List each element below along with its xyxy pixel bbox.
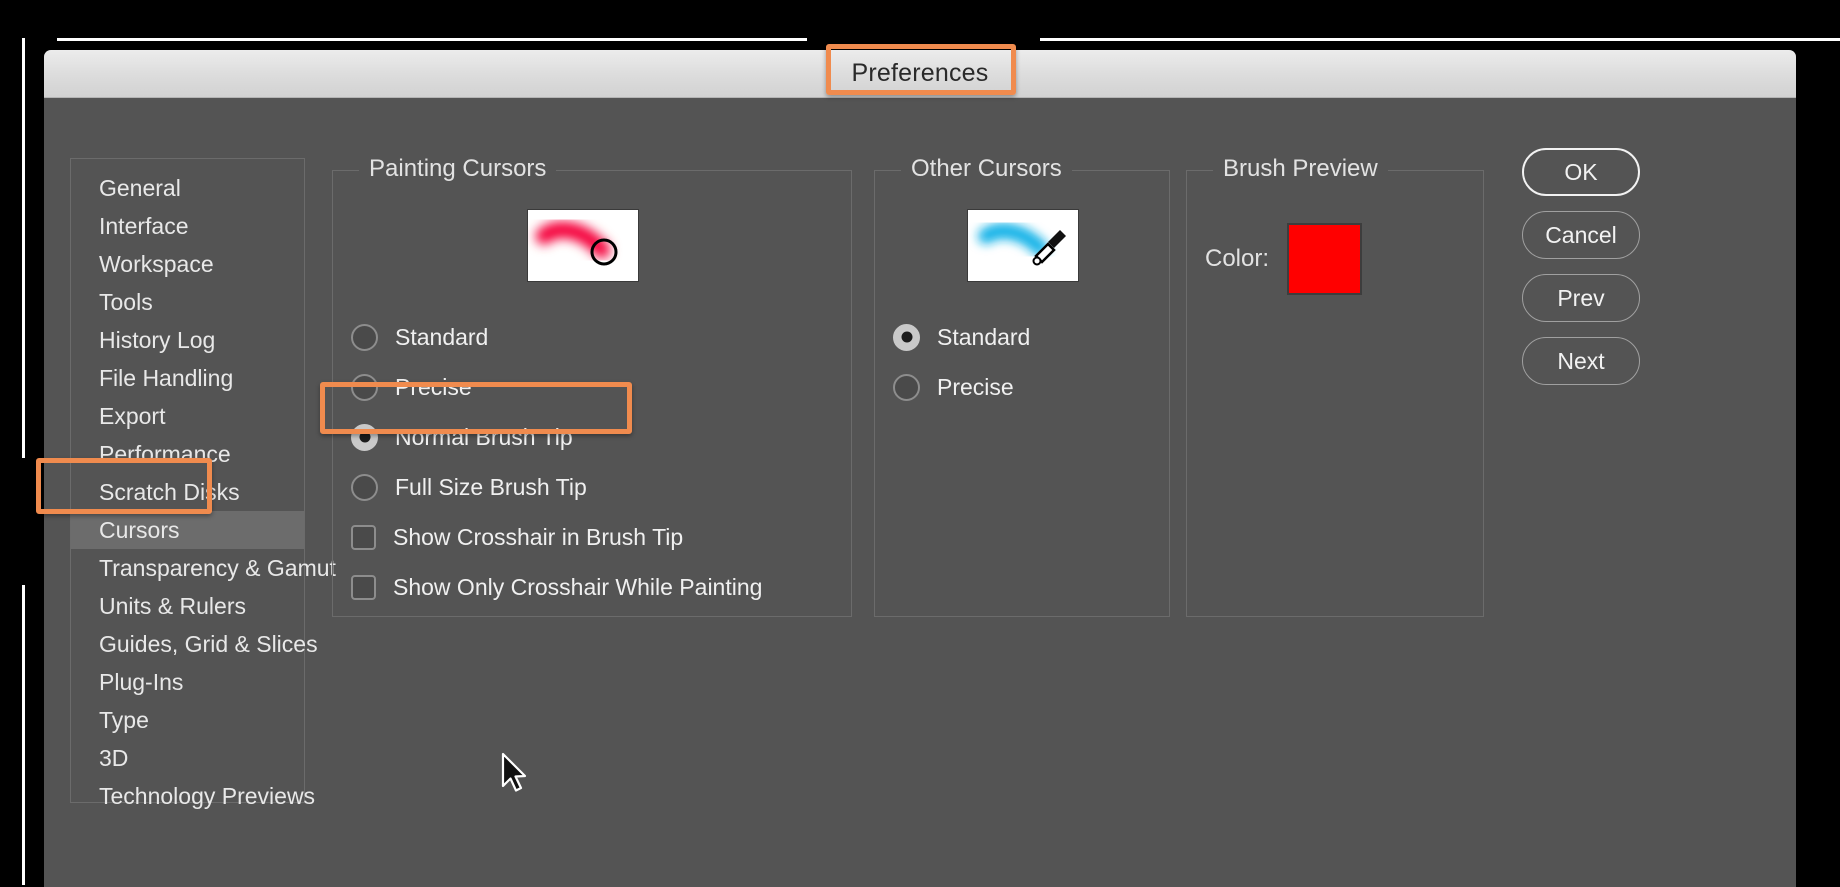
sidebar-item-plug-ins[interactable]: Plug-Ins — [71, 663, 304, 701]
dialog-button-column: OK Cancel Prev Next — [1522, 148, 1642, 400]
radio-standard-other[interactable] — [893, 323, 920, 351]
radio-standard-painting[interactable] — [351, 323, 378, 351]
red-brush-stroke-with-circle-cursor-icon — [535, 221, 618, 266]
dialog-title: Preferences — [851, 59, 989, 87]
sidebar-item-transparency-gamut[interactable]: Transparency & Gamut — [71, 549, 336, 587]
desktop-frame-line-left — [22, 38, 25, 458]
painting-option-show-only-crosshair-while-painting[interactable]: Show Only Crosshair While Painting — [351, 569, 762, 605]
brush-preview-color-row: Color: — [1205, 223, 1363, 295]
dialog-titlebar: Preferences — [44, 50, 1796, 98]
radio-normal-brush-tip[interactable] — [351, 423, 378, 451]
sidebar-item-3d[interactable]: 3D — [71, 739, 304, 777]
sidebar-item-cursors[interactable]: Cursors — [71, 511, 304, 549]
sidebar-item-workspace[interactable]: Workspace — [71, 245, 304, 283]
sidebar-item-general[interactable]: General — [71, 169, 304, 207]
sidebar-item-guides-grid-slices[interactable]: Guides, Grid & Slices — [71, 625, 318, 663]
brush-preview-color-swatch[interactable] — [1287, 223, 1363, 295]
sidebar-item-technology-previews[interactable]: Technology Previews — [71, 777, 315, 815]
painting-cursor-preview-image — [527, 209, 639, 282]
brush-preview-group: Brush Preview Color: — [1186, 155, 1484, 617]
painting-option-show-crosshair-in-brush-tip[interactable]: Show Crosshair in Brush Tip — [351, 519, 683, 555]
sidebar-item-units-rulers[interactable]: Units & Rulers — [71, 587, 304, 625]
radio-precise-other[interactable] — [893, 373, 920, 401]
checkbox-show-only-crosshair-while-painting[interactable] — [351, 574, 376, 600]
desktop-frame-line-top — [57, 38, 807, 41]
sidebar-item-interface[interactable]: Interface — [71, 207, 304, 245]
radio-precise-painting[interactable] — [351, 373, 378, 401]
preferences-dialog: Preferences General Interface Workspace … — [44, 50, 1796, 887]
painting-cursors-title: Painting Cursors — [359, 155, 557, 183]
other-cursors-group: Other Cursors Standard Precise — [874, 155, 1170, 617]
brush-preview-title: Brush Preview — [1213, 155, 1388, 183]
mouse-arrow-cursor-icon — [501, 752, 527, 792]
painting-option-standard-label: Standard — [395, 323, 489, 350]
painting-option-precise[interactable]: Precise — [351, 369, 472, 405]
painting-option-full-size-brush-tip-label: Full Size Brush Tip — [395, 473, 587, 500]
checkbox-show-crosshair-in-brush-tip[interactable] — [351, 524, 376, 550]
painting-cursors-group: Painting Cursors Standard Precise Normal… — [332, 155, 852, 617]
sidebar-item-scratch-disks[interactable]: Scratch Disks — [71, 473, 304, 511]
cancel-button[interactable]: Cancel — [1522, 211, 1640, 259]
sidebar-item-export[interactable]: Export — [71, 397, 304, 435]
next-button[interactable]: Next — [1522, 337, 1640, 385]
painting-option-normal-brush-tip[interactable]: Normal Brush Tip — [351, 419, 573, 455]
painting-option-show-crosshair-in-brush-tip-label: Show Crosshair in Brush Tip — [393, 523, 684, 550]
other-option-precise[interactable]: Precise — [893, 369, 1014, 405]
other-option-precise-label: Precise — [937, 373, 1014, 400]
prev-button[interactable]: Prev — [1522, 274, 1640, 322]
other-option-standard-label: Standard — [937, 323, 1031, 350]
dialog-body: General Interface Workspace Tools Histor… — [44, 98, 1796, 887]
sidebar-item-tools[interactable]: Tools — [71, 283, 304, 321]
preferences-category-list[interactable]: General Interface Workspace Tools Histor… — [70, 158, 336, 809]
ok-button[interactable]: OK — [1522, 148, 1640, 196]
sidebar-item-performance[interactable]: Performance — [71, 435, 304, 473]
radio-full-size-brush-tip[interactable] — [351, 473, 378, 501]
sidebar-item-type[interactable]: Type — [71, 701, 304, 739]
sidebar-item-file-handling[interactable]: File Handling — [71, 359, 304, 397]
desktop-frame-line-left-lower — [22, 585, 25, 885]
sidebar-item-history-log[interactable]: History Log — [71, 321, 304, 359]
other-option-standard[interactable]: Standard — [893, 319, 1030, 355]
other-cursor-preview-image — [967, 209, 1079, 282]
painting-option-normal-brush-tip-label: Normal Brush Tip — [395, 423, 573, 450]
painting-option-full-size-brush-tip[interactable]: Full Size Brush Tip — [351, 469, 587, 505]
other-cursors-title: Other Cursors — [901, 155, 1072, 183]
desktop-frame-line-top-right — [1040, 38, 1840, 41]
brush-preview-color-label: Color: — [1205, 245, 1270, 272]
painting-option-show-only-crosshair-while-painting-label: Show Only Crosshair While Painting — [393, 573, 763, 600]
painting-option-precise-label: Precise — [395, 373, 472, 400]
screenshot-root: Preferences General Interface Workspace … — [0, 0, 1840, 887]
painting-option-standard[interactable]: Standard — [351, 319, 488, 355]
cyan-brush-stroke-with-eyedropper-icon — [978, 223, 1066, 266]
